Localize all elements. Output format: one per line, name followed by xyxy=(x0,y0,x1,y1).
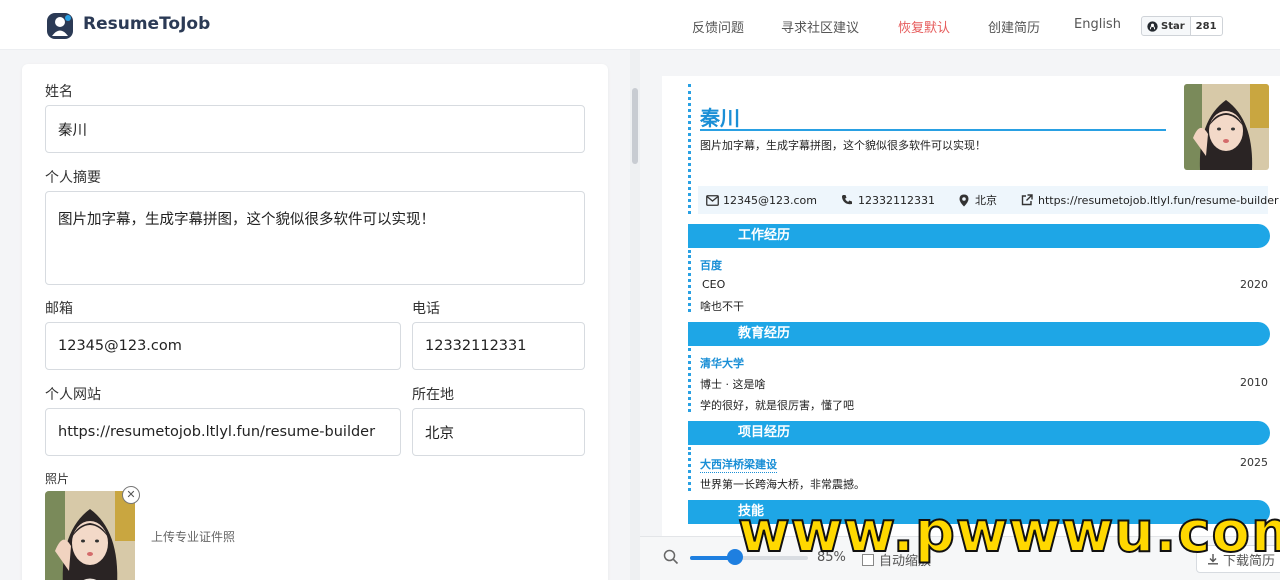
education-degree: 博士 · 这是啥 xyxy=(700,378,766,391)
contact-phone-text: 12332112331 xyxy=(857,193,935,207)
logo-icon xyxy=(47,13,73,39)
summary-textarea[interactable]: 图片加字幕，生成字幕拼图，这个貌似很多软件可以实现！ xyxy=(45,191,585,285)
contact-location: 北京 xyxy=(959,192,997,208)
github-star-button[interactable]: Star 281 xyxy=(1141,16,1223,36)
brand-name[interactable]: ResumeToJob xyxy=(83,14,210,34)
website-input[interactable]: https://resumetojob.ltlyl.fun/resume-bui… xyxy=(45,408,401,456)
external-link-icon xyxy=(1021,194,1033,206)
phone-icon xyxy=(841,195,852,205)
nav-create-resume[interactable]: 创建简历 xyxy=(988,17,1040,36)
profile-photo-thumbnail[interactable] xyxy=(45,491,135,580)
nav-language[interactable]: English xyxy=(1074,17,1121,32)
nav-community[interactable]: 寻求社区建议 xyxy=(781,17,859,36)
work-year: 2020 xyxy=(1240,278,1268,291)
github-star-count: 281 xyxy=(1190,16,1223,36)
name-underline xyxy=(700,129,1166,131)
education-school: 清华大学 xyxy=(700,357,744,370)
contact-email[interactable]: 12345@123.com xyxy=(706,194,817,207)
email-input[interactable]: 12345@123.com xyxy=(45,322,401,370)
phone-label: 电话 xyxy=(412,301,440,317)
resume-preview: 秦川 图片加字幕，生成字幕拼图，这个貌似很多软件可以实现！ 12345@123.… xyxy=(662,76,1280,536)
project-year: 2025 xyxy=(1240,456,1268,469)
upload-hint[interactable]: 上传专业证件照 xyxy=(151,528,235,545)
github-star-label: Star xyxy=(1161,20,1185,32)
mail-icon xyxy=(706,194,719,206)
location-label: 所在地 xyxy=(412,387,454,403)
nav-reset-default[interactable]: 恢复默认 xyxy=(898,17,950,36)
editor-scrollbar-thumb[interactable] xyxy=(632,88,638,164)
name-label: 姓名 xyxy=(45,84,73,100)
github-icon xyxy=(1147,20,1158,32)
resume-photo xyxy=(1184,84,1269,170)
email-label: 邮箱 xyxy=(45,301,73,317)
name-input[interactable]: 秦川 xyxy=(45,105,585,153)
app-header: ResumeToJob 反馈问题 寻求社区建议 恢复默认 创建简历 Englis… xyxy=(0,0,1280,50)
education-year: 2010 xyxy=(1240,376,1268,389)
education-description: 学的很好，就是很厉害，懂了吧 xyxy=(700,399,854,412)
website-label: 个人网站 xyxy=(45,387,101,403)
projects-dotted-line xyxy=(688,447,691,491)
project-description: 世界第一长跨海大桥，非常震撼。 xyxy=(700,478,865,491)
location-pin-icon xyxy=(959,194,969,206)
location-input[interactable]: 北京 xyxy=(412,408,585,456)
project-name[interactable]: 大西洋桥梁建设 xyxy=(700,456,777,473)
summary-label: 个人摘要 xyxy=(45,170,101,186)
resume-summary: 图片加字幕，生成字幕拼图，这个貌似很多软件可以实现！ xyxy=(700,139,986,152)
contact-email-text: 12345@123.com xyxy=(723,193,817,207)
contact-website-text: https://resumetojob.ltlyl.fun/resume-bui… xyxy=(1037,193,1279,207)
phone-input[interactable]: 12332112331 xyxy=(412,322,585,370)
remove-photo-button[interactable]: ✕ xyxy=(122,486,140,504)
resume-name: 秦川 xyxy=(700,106,740,130)
contact-bar: 12345@123.com 12332112331 北京 https://res… xyxy=(698,186,1279,214)
contact-location-text: 北京 xyxy=(974,194,997,207)
photo-label: 照片 xyxy=(45,472,70,486)
section-header-work: 工作经历 xyxy=(688,224,1270,248)
watermark-text: www.pwwwu.com xyxy=(737,499,1280,566)
work-company: 百度 xyxy=(700,259,722,272)
contact-phone[interactable]: 12332112331 xyxy=(841,194,935,207)
section-header-projects: 项目经历 xyxy=(688,421,1270,445)
nav-feedback[interactable]: 反馈问题 xyxy=(692,17,744,36)
contact-website[interactable]: https://resumetojob.ltlyl.fun/resume-bui… xyxy=(1021,194,1279,207)
work-dotted-line xyxy=(688,250,691,312)
zoom-search-icon xyxy=(663,549,679,565)
work-role: CEO xyxy=(702,278,726,291)
header-dotted-line xyxy=(688,84,691,214)
education-dotted-line xyxy=(688,348,691,412)
work-description: 啥也不干 xyxy=(700,300,744,313)
section-header-education: 教育经历 xyxy=(688,322,1270,346)
